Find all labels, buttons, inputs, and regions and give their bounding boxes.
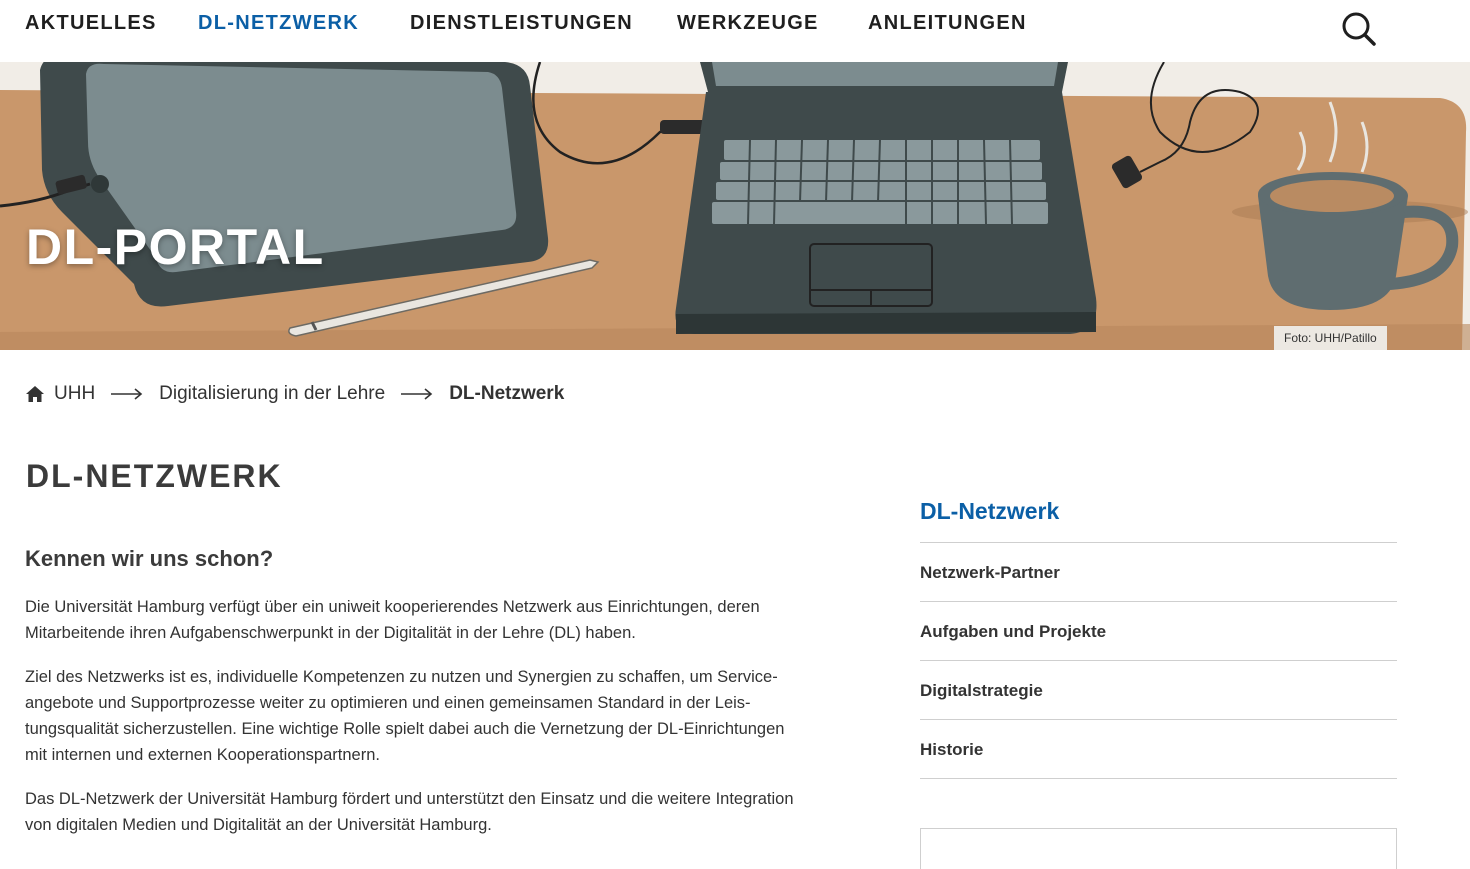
search-button[interactable] — [1338, 9, 1378, 49]
sidebar-box — [920, 828, 1397, 869]
sidebar-item-aufgaben-projekte[interactable]: Aufgaben und Projekte — [920, 602, 1397, 661]
page-title: DL-NETZWERK — [26, 458, 283, 494]
home-icon[interactable] — [25, 384, 45, 404]
section-heading: Kennen wir uns schon? — [25, 546, 274, 571]
sidebar-item-netzwerk-partner[interactable]: Netzwerk-Partner — [920, 543, 1397, 602]
breadcrumb: UHH Digitalisierung in der Lehre DL-Netz… — [25, 380, 564, 408]
desk-illustration — [0, 62, 1470, 350]
arrow-right-icon — [401, 388, 433, 400]
hero-banner: DL-PORTAL Foto: UHH/Patillo — [0, 62, 1470, 350]
nav-item-dienstleistungen[interactable]: DIENSTLEISTUNGEN — [410, 12, 633, 35]
breadcrumb-item-uhh[interactable]: UHH — [54, 383, 95, 405]
sidebar-title-dl-netzwerk[interactable]: DL-Netzwerk — [920, 494, 1397, 543]
nav-item-anleitungen[interactable]: ANLEITUNGEN — [868, 12, 1027, 35]
breadcrumb-item-digitalisierung[interactable]: Digitalisierung in der Lehre — [159, 383, 385, 405]
photo-credit: Foto: UHH/Patillo — [1274, 326, 1387, 350]
nav-item-dl-netzwerk[interactable]: DL-NETZWERK — [198, 12, 359, 35]
top-navigation: AKTUELLES DL-NETZWERK DIENSTLEISTUNGEN W… — [0, 0, 1470, 62]
sidebar-item-digitalstrategie[interactable]: Digitalstrategie — [920, 661, 1397, 720]
hero-title: DL-PORTAL — [26, 219, 325, 275]
search-icon — [1342, 12, 1376, 46]
sidebar-nav: DL-Netzwerk Netzwerk-Partner Aufgaben un… — [920, 494, 1397, 779]
arrow-right-icon — [111, 388, 143, 400]
support-paragraph: Das DL-Netzwerk der Universität Hamburg … — [25, 790, 794, 834]
breadcrumb-item-current: DL-Netzwerk — [449, 383, 565, 404]
intro-paragraph: Die Universität Hamburg verfügt über ein… — [25, 598, 760, 642]
nav-item-aktuelles[interactable]: AKTUELLES — [25, 12, 157, 35]
nav-item-werkzeuge[interactable]: WERKZEUGE — [677, 12, 819, 35]
goal-paragraph: Ziel des Netzwerks ist es, individuelle … — [25, 668, 785, 764]
sidebar-item-historie[interactable]: Historie — [920, 720, 1397, 779]
